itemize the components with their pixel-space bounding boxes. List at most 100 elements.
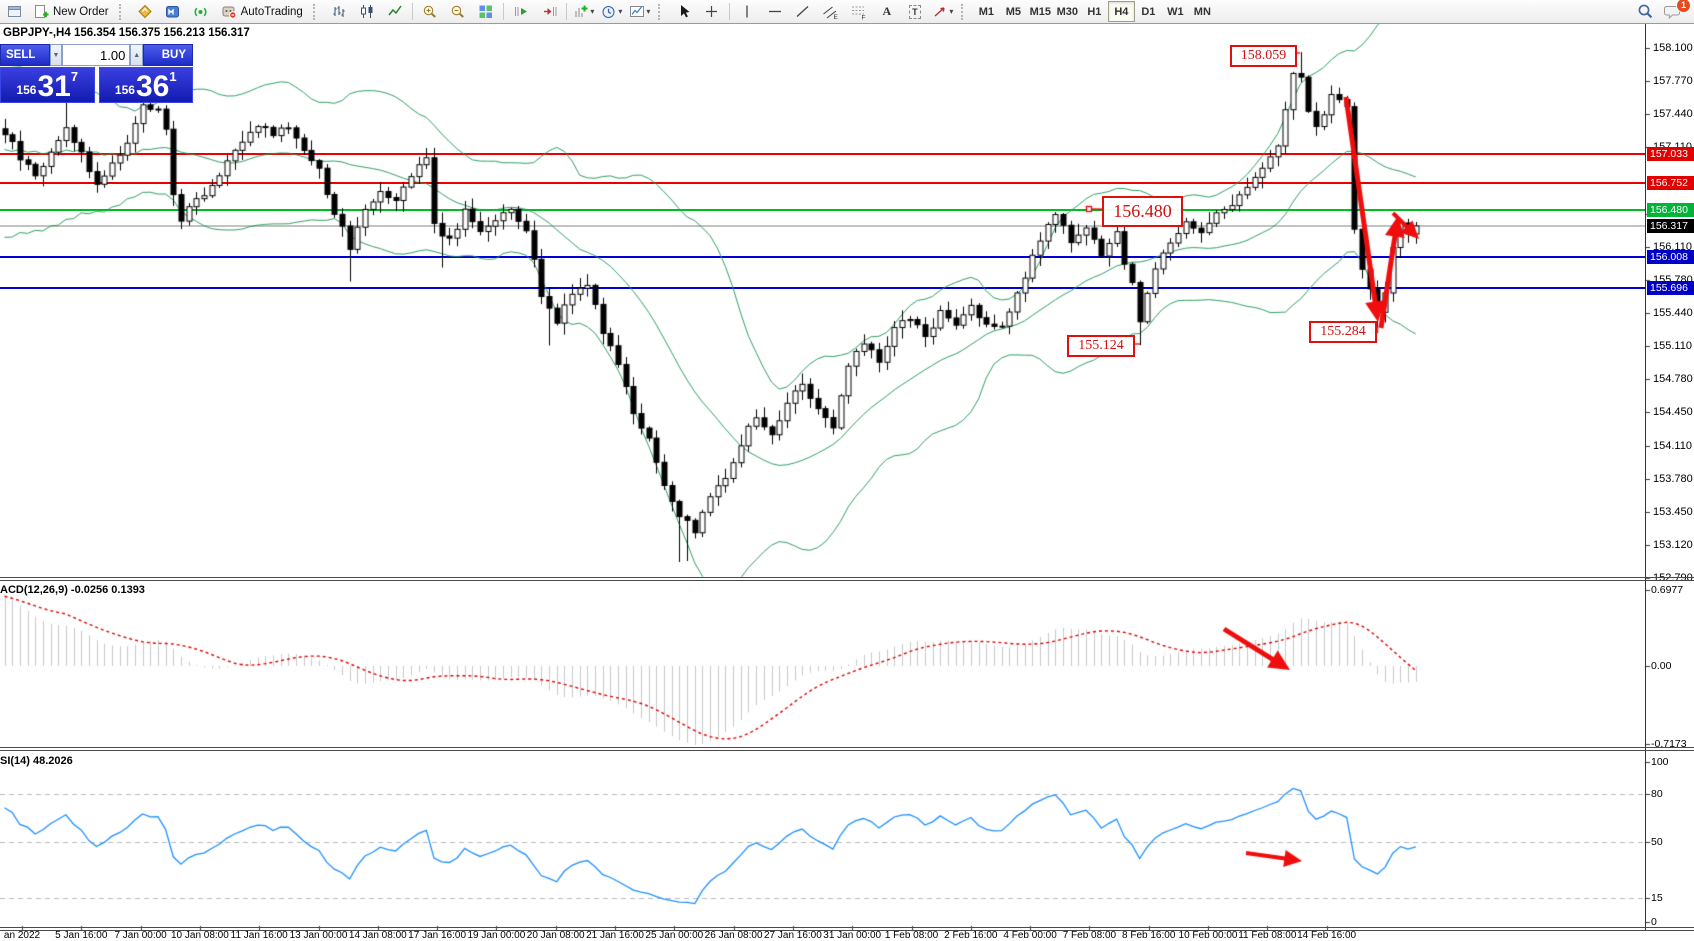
timeframe-mn[interactable]: MN (1189, 1, 1216, 22)
sell-price-pip: 7 (71, 69, 78, 84)
pane-separator[interactable] (0, 577, 1694, 578)
candlestick-chart-icon[interactable] (354, 2, 380, 22)
price-tag-156.317: 156.317 (1647, 219, 1694, 233)
timeframe-m30[interactable]: M30 (1054, 1, 1081, 22)
price-tick-157.440: 157.440 (1653, 108, 1693, 120)
chart-shift-icon[interactable] (536, 2, 562, 22)
price-tick-155.440: 155.440 (1653, 307, 1693, 319)
price-tick-153.450: 153.450 (1653, 506, 1693, 518)
timeframe-w1[interactable]: W1 (1162, 1, 1189, 22)
search-icon[interactable] (1632, 2, 1658, 22)
buy-button[interactable]: BUY (143, 44, 193, 66)
time-label: 19 Jan 00:00 (467, 930, 525, 941)
price-tick-153.780: 153.780 (1653, 473, 1693, 485)
macd-axis-0.00: 0.00 (1651, 660, 1671, 672)
chart-canvas[interactable] (0, 0, 1694, 941)
horizontal-line-icon[interactable] (762, 2, 788, 22)
sell-price-big: 31 (37, 74, 70, 100)
autotrading-button[interactable]: AutoTrading (216, 2, 308, 22)
channel-icon[interactable]: E (818, 2, 844, 22)
signals-icon[interactable] (188, 2, 214, 22)
timeframe-m5[interactable]: M5 (1000, 1, 1027, 22)
macd-label: ACD(12,26,9) -0.0256 0.1393 (0, 584, 145, 596)
timeframe-h4[interactable]: H4 (1108, 1, 1135, 22)
buy-price[interactable]: 156 36 1 (99, 67, 194, 103)
templates-icon[interactable]: ▾ (627, 2, 653, 22)
timeframe-h1[interactable]: H1 (1081, 1, 1108, 22)
time-label: 31 Jan 00:00 (823, 930, 881, 941)
annotation-box-158.059[interactable]: 158.059 (1230, 45, 1297, 67)
time-label: 4 Feb 00:00 (1003, 930, 1056, 941)
rsi-axis-80: 80 (1651, 788, 1663, 800)
annotation-box-156.480[interactable]: 156.480 (1102, 196, 1183, 227)
annotation-box-155.284[interactable]: 155.284 (1309, 321, 1377, 343)
bar-chart-icon[interactable] (326, 2, 352, 22)
line-chart-icon[interactable] (382, 2, 408, 22)
timeframe-d1[interactable]: D1 (1135, 1, 1162, 22)
crosshair-icon[interactable] (699, 2, 725, 22)
pane-separator[interactable] (0, 747, 1694, 748)
time-label: 17 Jan 16:00 (408, 930, 466, 941)
price-tag-156.752: 156.752 (1647, 176, 1694, 190)
chat-icon[interactable]: 1 (1660, 2, 1686, 22)
pane-separator (0, 930, 1694, 931)
market-icon[interactable] (132, 2, 158, 22)
chevron-down-icon: ▾ (949, 7, 953, 16)
rsi-axis-100: 100 (1651, 756, 1669, 768)
time-label: 5 Jan 16:00 (55, 930, 107, 941)
sell-price[interactable]: 156 31 7 (0, 67, 95, 103)
volume-input[interactable] (62, 44, 130, 66)
pane-separator (0, 580, 1694, 581)
annotation-box-155.124[interactable]: 155.124 (1067, 335, 1135, 357)
price-tag-156.008: 156.008 (1647, 250, 1694, 264)
auto-scroll-icon[interactable] (508, 2, 534, 22)
indicators-icon[interactable]: ▾ (571, 2, 597, 22)
chevron-down-icon: ▾ (618, 7, 622, 16)
rsi-axis-15: 15 (1651, 892, 1663, 904)
time-label: 11 Jan 16:00 (231, 930, 288, 941)
volume-down-button[interactable]: ▼ (50, 44, 63, 66)
sell-price-figure: 156 (16, 83, 36, 97)
timeframe-m15[interactable]: M15 (1027, 1, 1054, 22)
sell-button[interactable]: SELL (0, 44, 50, 66)
zoom-in-icon[interactable] (417, 2, 443, 22)
new-order-button[interactable]: New Order (29, 2, 114, 22)
volume-up-button[interactable]: ▲ (130, 44, 143, 66)
time-label: 26 Jan 08:00 (705, 930, 763, 941)
text-icon[interactable]: A (874, 2, 900, 22)
community-icon[interactable] (160, 2, 186, 22)
mt4-window: New Order AutoTrading ▾ ▾ ▾ E F A (0, 0, 1694, 941)
time-label: 13 Jan 00:00 (290, 930, 348, 941)
trendline-icon[interactable] (790, 2, 816, 22)
price-axis-line (1645, 23, 1646, 931)
chevron-down-icon: ▾ (590, 7, 594, 16)
toolbar-handle[interactable] (119, 4, 127, 20)
notification-badge: 1 (1676, 0, 1691, 13)
pane-separator (0, 750, 1694, 751)
buy-price-pip: 1 (169, 69, 176, 84)
price-tick-158.100: 158.100 (1653, 42, 1693, 54)
time-label: 7 Feb 08:00 (1063, 930, 1116, 941)
time-label: 27 Jan 16:00 (764, 930, 822, 941)
tile-windows-icon[interactable] (473, 2, 499, 22)
text-label-icon[interactable]: T (902, 2, 928, 22)
buy-price-figure: 156 (115, 83, 135, 97)
vertical-line-icon[interactable] (734, 2, 760, 22)
price-tag-156.480: 156.480 (1647, 203, 1694, 217)
time-label: 10 Jan 08:00 (171, 930, 229, 941)
zoom-out-icon[interactable] (445, 2, 471, 22)
toolbar-handle[interactable] (961, 4, 969, 20)
fibonacci-icon[interactable]: F (846, 2, 872, 22)
window-icon[interactable] (1, 2, 27, 22)
rsi-label: SI(14) 48.2026 (0, 755, 73, 767)
cursor-icon[interactable] (671, 2, 697, 22)
shapes-icon[interactable]: ▾ (930, 2, 956, 22)
chart-title: GBPJPY-,H4 156.354 156.375 156.213 156.3… (3, 27, 250, 39)
new-order-label: New Order (53, 6, 109, 18)
toolbar-handle[interactable] (313, 4, 321, 20)
pane-separator (0, 927, 1694, 928)
timeframe-m1[interactable]: M1 (973, 1, 1000, 22)
periods-icon[interactable]: ▾ (599, 2, 625, 22)
toolbar-handle[interactable] (658, 4, 666, 20)
time-label: an 2022 (4, 930, 40, 941)
